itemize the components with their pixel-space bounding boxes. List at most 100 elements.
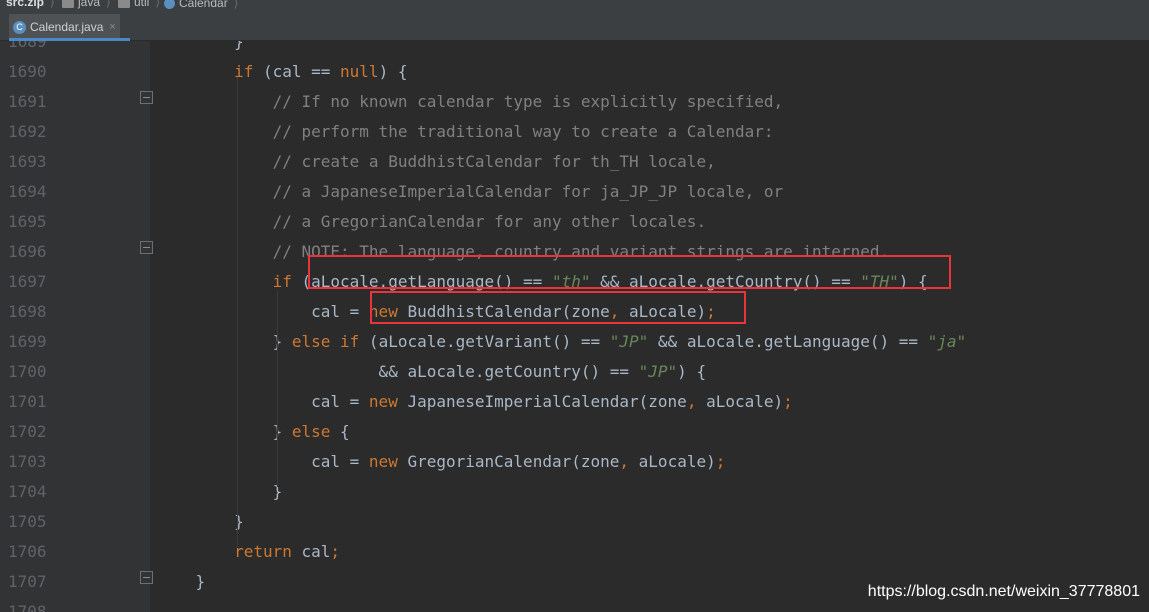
code-token: null [340, 62, 379, 81]
close-icon[interactable]: × [109, 21, 115, 33]
code-token: (cal == [253, 62, 341, 81]
code-text: } [157, 41, 244, 57]
code-line: 1693 // create a BuddhistCalendar for th… [0, 147, 1149, 177]
code-line: 1700 && aLocale.getCountry() == "JP") { [0, 357, 1149, 387]
folder-icon [62, 0, 74, 8]
line-number: 1703 [8, 452, 47, 471]
code-token: new [368, 392, 398, 411]
code-text: } [157, 567, 206, 597]
code-token: ) { [677, 362, 707, 381]
breadcrumb-label: java [78, 0, 101, 9]
code-token: && aLocale.getLanguage() == [648, 332, 928, 351]
breadcrumb-separator-icon: ⟩ [233, 0, 239, 10]
code-text: return cal; [157, 537, 340, 567]
breadcrumb-separator-icon: ⟩ [106, 0, 111, 9]
folder-icon [118, 0, 130, 8]
code-token: cal = [157, 302, 369, 321]
line-number: 1692 [8, 122, 47, 141]
code-token: ; [330, 542, 341, 561]
line-number: 1698 [8, 302, 47, 321]
code-token: // If no known calendar type is explicit… [157, 92, 784, 111]
code-token: } [157, 332, 292, 351]
code-token: "JP" [638, 362, 678, 381]
code-token: } [157, 572, 206, 591]
code-text: if (cal == null) { [157, 57, 407, 87]
line-number: 1701 [8, 392, 47, 411]
code-token: // create a BuddhistCalendar for th_TH l… [157, 152, 716, 171]
code-token: (aLocale.getVariant() == [359, 332, 610, 351]
line-number: 1691 [8, 92, 47, 111]
code-line: 1691 // If no known calendar type is exp… [0, 87, 1149, 117]
code-token: "ja" [927, 332, 967, 351]
code-token: ; [715, 452, 726, 471]
code-token: "JP" [609, 332, 649, 351]
line-number: 1695 [8, 212, 47, 231]
code-token: && aLocale.getCountry() == [157, 362, 639, 381]
code-line: 1694 // a JapaneseImperialCalendar for j… [0, 177, 1149, 207]
code-text: } [157, 507, 244, 537]
code-editor[interactable]: 1689 } 1690 if (cal == null) {1691 // If … [0, 41, 1149, 612]
code-text: // a GregorianCalendar for any other loc… [157, 207, 706, 237]
indent-guide [277, 291, 278, 487]
java-class-icon: C [13, 20, 26, 34]
fold-marker-icon[interactable] [140, 241, 153, 254]
highlight-box-condition [308, 255, 951, 289]
code-token: cal = [157, 452, 369, 471]
fold-marker-icon[interactable] [140, 91, 153, 104]
highlight-box-constructor [370, 291, 746, 324]
breadcrumb-item-java[interactable]: java ⟩ [62, 0, 111, 8]
fold-marker-icon[interactable] [140, 571, 153, 584]
code-token: cal = [157, 392, 369, 411]
tab-label: Calendar.java [30, 20, 104, 34]
code-line: 1689 } [0, 41, 1149, 57]
line-number: 1705 [8, 512, 47, 531]
code-token: ) { [378, 62, 408, 81]
line-number: 1706 [8, 542, 47, 561]
code-token: new [368, 452, 398, 471]
code-text: } [157, 477, 283, 507]
code-text: // create a BuddhistCalendar for th_TH l… [157, 147, 716, 177]
line-number: 1699 [8, 332, 47, 351]
code-token: else [291, 422, 331, 441]
code-token: } [157, 482, 283, 501]
editor-tab-bar: C Calendar.java × [0, 12, 1149, 41]
breadcrumb-item-util[interactable]: util ⟩ [118, 0, 160, 8]
line-number: 1696 [8, 242, 47, 261]
code-text: cal = new GregorianCalendar(zone, aLocal… [157, 447, 725, 477]
breadcrumb-item-calendar[interactable]: Calendar ⟩ [164, 0, 238, 9]
code-token: , [686, 392, 697, 411]
line-number: 1694 [8, 182, 47, 201]
code-line: 1702 } else { [0, 417, 1149, 447]
code-line: 1703 cal = new GregorianCalendar(zone, a… [0, 447, 1149, 477]
code-token: // a JapaneseImperialCalendar for ja_JP_… [157, 182, 784, 201]
code-token: else if [291, 332, 360, 351]
line-number: 1697 [8, 272, 47, 291]
breadcrumb-separator-icon: ⟩ [155, 0, 161, 9]
code-token: if [272, 272, 292, 291]
line-number: 1707 [8, 572, 47, 591]
code-text: && aLocale.getCountry() == "JP") { [157, 357, 707, 387]
code-token: aLocale) [696, 392, 784, 411]
breadcrumb-label: util [134, 0, 150, 9]
code-line: 1690 if (cal == null) { [0, 57, 1149, 87]
code-token: // a GregorianCalendar for any other loc… [157, 212, 707, 231]
code-token: , [619, 452, 630, 471]
breadcrumb-item-src-zip[interactable]: src.zip ⟩ [6, 0, 55, 8]
code-token: // perform the traditional way to create… [157, 122, 774, 141]
code-text: // perform the traditional way to create… [157, 117, 774, 147]
line-number: 1690 [8, 62, 47, 81]
code-line: 1695 // a GregorianCalendar for any othe… [0, 207, 1149, 237]
code-token: { [330, 422, 350, 441]
indent-guide [237, 77, 238, 547]
line-number: 1702 [8, 422, 47, 441]
code-text: } else { [157, 417, 350, 447]
code-token: aLocale) [629, 452, 716, 471]
breadcrumb-label: Calendar [179, 0, 228, 10]
code-text: cal = new JapaneseImperialCalendar(zone,… [157, 387, 793, 417]
code-token: return [234, 542, 292, 561]
code-token: } [157, 512, 244, 531]
tab-calendar-java[interactable]: C Calendar.java × [9, 14, 120, 40]
